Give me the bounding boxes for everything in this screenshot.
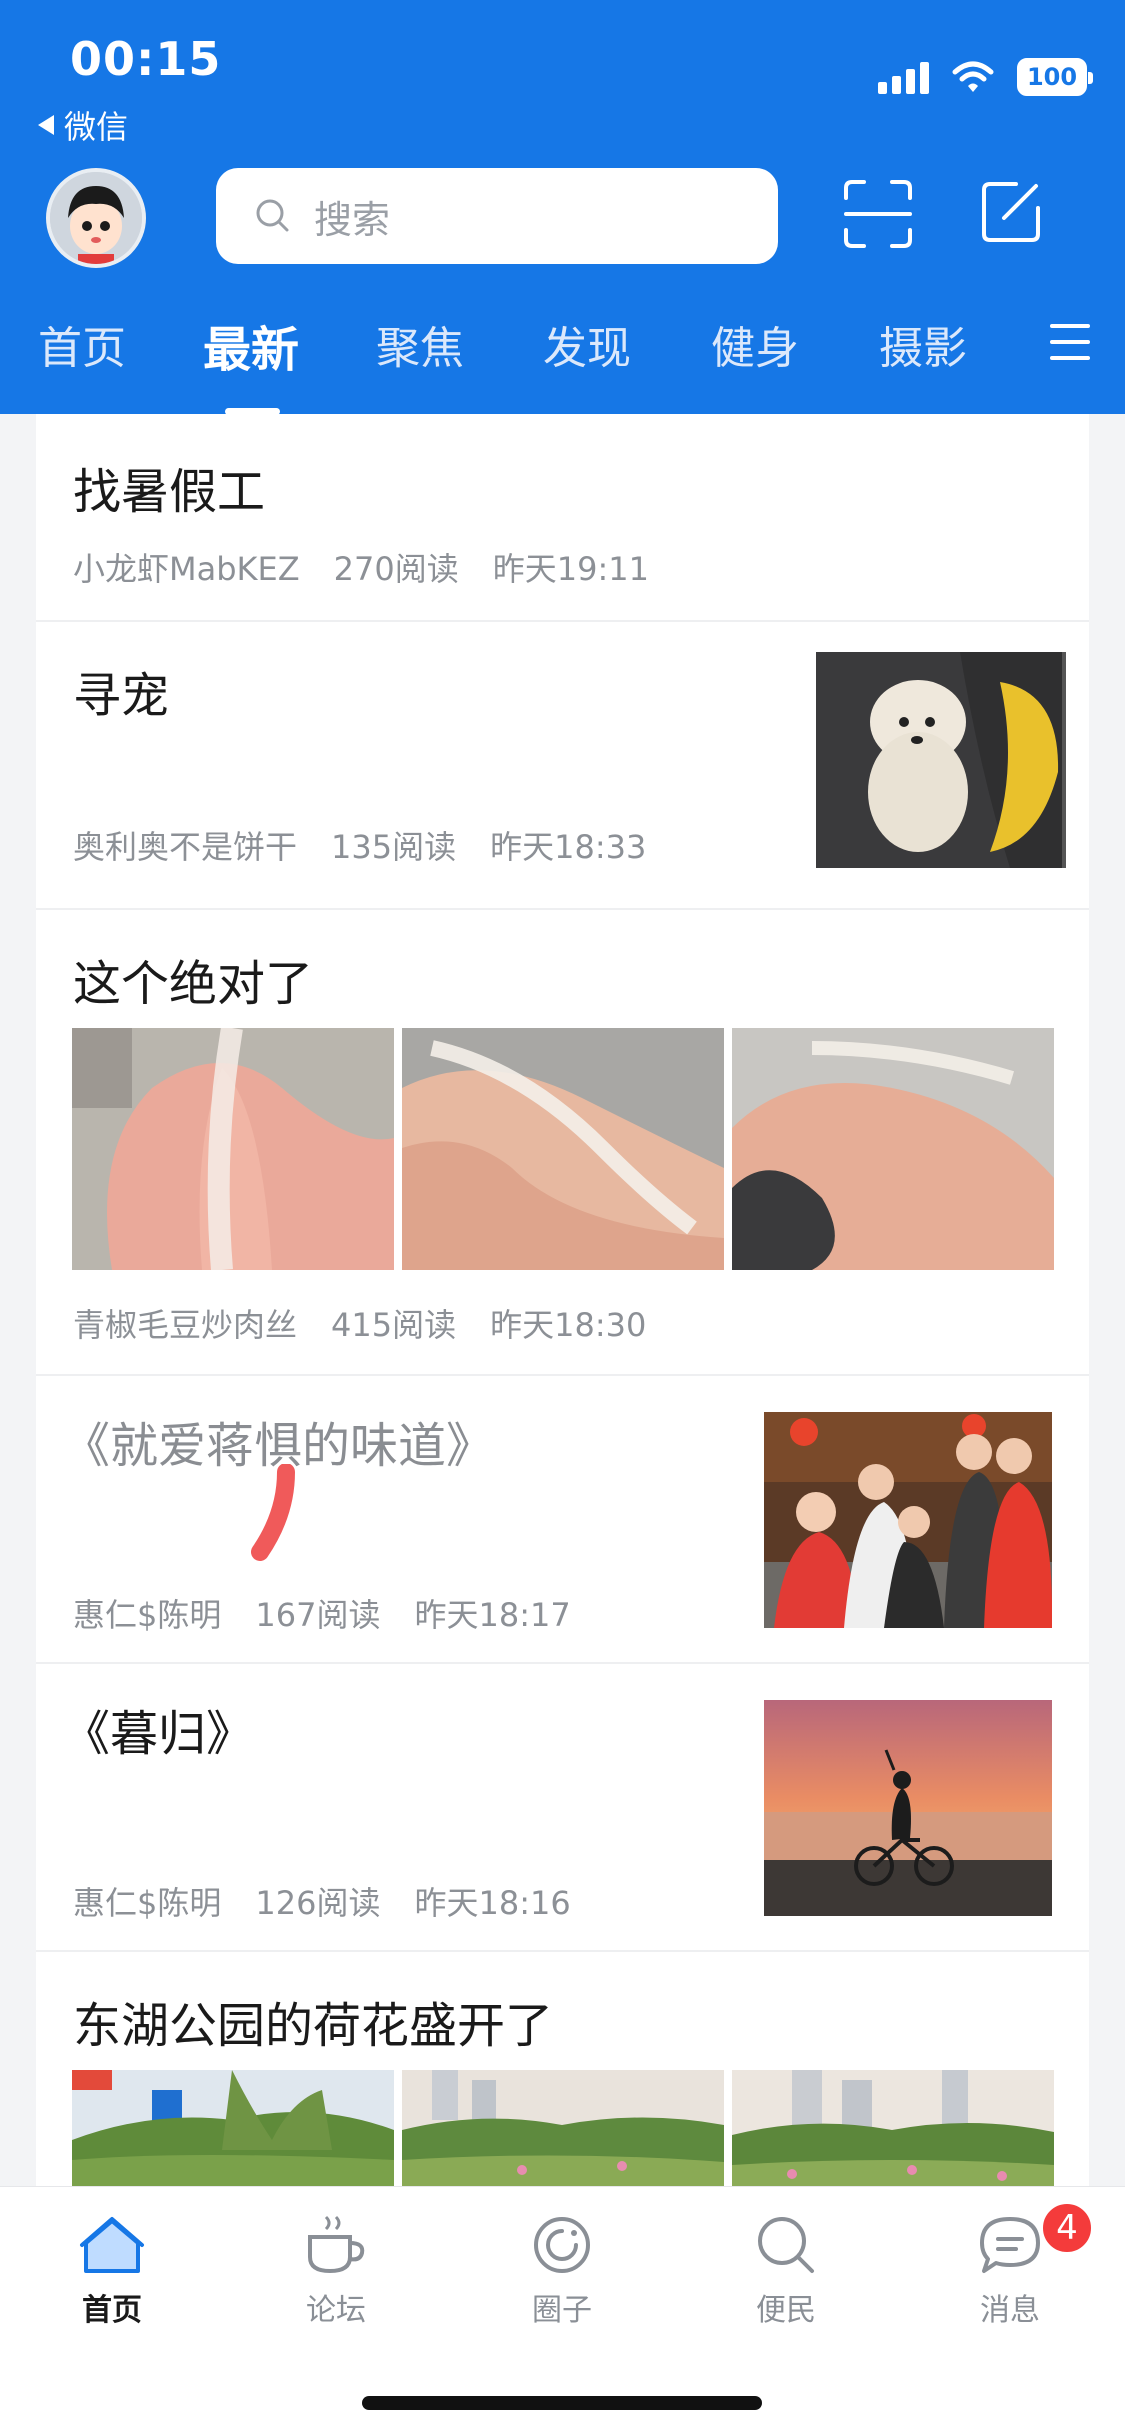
battery-icon: 100 xyxy=(1017,58,1093,96)
post-reads: 126阅读 xyxy=(255,1884,381,1922)
nav-label: 圈子 xyxy=(532,2293,592,2328)
post-item[interactable]: 《就爱蒋惧的味道》 惠仁$陈明 167阅读 昨天18:17 xyxy=(36,1376,1089,1664)
circle-icon xyxy=(534,2217,590,2273)
nav-label: 消息 xyxy=(980,2293,1040,2328)
post-time: 昨天19:11 xyxy=(492,550,649,588)
post-meta: 惠仁$陈明 126阅读 昨天18:16 xyxy=(73,1878,571,1924)
post-title[interactable]: 东湖公园的荷花盛开了 xyxy=(73,1986,553,2056)
post-title[interactable]: 这个绝对了 xyxy=(73,944,313,1014)
post-image-shrimp-2[interactable] xyxy=(402,1028,724,1270)
red-stroke-mark xyxy=(251,1464,295,1561)
nav-label: 首页 xyxy=(82,2293,142,2328)
post-item[interactable]: 寻宠 奥利奥不是饼干 135阅读 昨天18:33 xyxy=(36,622,1089,910)
search-placeholder: 搜索 xyxy=(314,197,391,242)
home-icon xyxy=(80,2217,144,2273)
nav-label: 论坛 xyxy=(306,2293,366,2328)
post-meta: 青椒毛豆炒肉丝 415阅读 昨天18:30 xyxy=(73,1300,646,1346)
post-meta: 奥利奥不是饼干 135阅读 昨天18:33 xyxy=(73,822,646,868)
nav-services[interactable]: 便民 xyxy=(716,2213,856,2329)
nav-home[interactable]: 首页 xyxy=(42,2213,182,2329)
post-time: 昨天18:33 xyxy=(490,828,647,866)
post-time: 昨天18:17 xyxy=(414,1596,571,1634)
category-tabs: 首页 最新 聚焦 发现 健身 摄影 xyxy=(0,310,1125,415)
post-thumbnail-sunset[interactable] xyxy=(764,1700,1052,1916)
tab-latest[interactable]: 最新 xyxy=(203,310,299,380)
post-item[interactable]: 找暑假工 小龙虾MabKEZ 270阅读 昨天19:11 xyxy=(36,414,1089,622)
tab-home[interactable]: 首页 xyxy=(38,312,126,376)
post-meta: 惠仁$陈明 167阅读 昨天18:17 xyxy=(73,1590,571,1636)
nav-circle[interactable]: 圈子 xyxy=(492,2213,632,2329)
tab-fitness[interactable]: 健身 xyxy=(711,312,799,376)
post-item[interactable]: 《暮归》 惠仁$陈明 126阅读 昨天18:16 xyxy=(36,1664,1089,1952)
post-author[interactable]: 惠仁$陈明 xyxy=(73,1878,221,1924)
post-thumbnail-dog[interactable] xyxy=(790,652,1078,868)
compose-button[interactable] xyxy=(978,176,1044,246)
post-thumbnail-family[interactable] xyxy=(764,1412,1052,1628)
post-author[interactable]: 奥利奥不是饼干 xyxy=(73,822,297,868)
app-header: 00:15 微信 100 搜索 首页 最新 聚焦 发现 健身 摄影 xyxy=(0,0,1125,415)
post-author[interactable]: 惠仁$陈明 xyxy=(73,1590,221,1636)
home-indicator[interactable] xyxy=(362,2396,762,2410)
post-image-lotus-2[interactable] xyxy=(402,2070,724,2186)
post-item[interactable]: 东湖公园的荷花盛开了 xyxy=(36,1952,1089,2186)
back-app-label: 微信 xyxy=(64,108,129,146)
post-meta: 小龙虾MabKEZ 270阅读 昨天19:11 xyxy=(73,544,649,590)
post-author[interactable]: 青椒毛豆炒肉丝 xyxy=(73,1300,297,1346)
post-title[interactable]: 《暮归》 xyxy=(62,1694,254,1764)
back-triangle-icon xyxy=(38,115,54,135)
tab-discover[interactable]: 发现 xyxy=(543,312,631,376)
search-icon xyxy=(256,199,289,232)
cellular-signal-icon xyxy=(878,60,929,94)
tab-photography[interactable]: 摄影 xyxy=(879,312,967,376)
message-icon xyxy=(980,2217,1040,2273)
scan-icon xyxy=(844,180,912,248)
post-image-lotus-3[interactable] xyxy=(732,2070,1054,2186)
nav-forum[interactable]: 论坛 xyxy=(266,2213,406,2329)
post-author[interactable]: 小龙虾MabKEZ xyxy=(73,544,300,590)
status-time: 00:15 xyxy=(70,32,222,86)
avatar[interactable] xyxy=(46,168,146,268)
tab-focus[interactable]: 聚焦 xyxy=(376,312,464,376)
search-icon xyxy=(758,2217,814,2273)
post-reads: 270阅读 xyxy=(333,550,459,588)
search-input[interactable]: 搜索 xyxy=(216,168,778,264)
compose-icon xyxy=(982,182,1040,242)
status-indicators: 100 xyxy=(878,58,1093,96)
post-reads: 135阅读 xyxy=(331,828,457,866)
post-item[interactable]: 这个绝对了 青椒毛豆炒肉丝 415阅读 昨天18:30 xyxy=(36,910,1089,1376)
post-reads: 167阅读 xyxy=(255,1596,381,1634)
coffee-cup-icon xyxy=(308,2215,365,2274)
message-badge: 4 xyxy=(1040,2201,1094,2255)
post-time: 昨天18:30 xyxy=(490,1306,647,1344)
post-feed[interactable]: 找暑假工 小龙虾MabKEZ 270阅读 昨天19:11 寻宠 奥利奥不是饼干 … xyxy=(0,414,1125,2186)
post-reads: 415阅读 xyxy=(331,1306,457,1344)
more-tabs-button[interactable] xyxy=(1050,324,1090,360)
nav-label: 便民 xyxy=(756,2293,816,2328)
post-time: 昨天18:16 xyxy=(414,1884,571,1922)
scan-button[interactable] xyxy=(842,178,914,250)
post-image-lotus-1[interactable] xyxy=(72,2070,394,2186)
post-title[interactable]: 寻宠 xyxy=(73,656,169,726)
post-image-shrimp-1[interactable] xyxy=(72,1028,394,1270)
wifi-icon xyxy=(951,60,995,94)
post-title[interactable]: 找暑假工 xyxy=(73,452,265,522)
post-image-shrimp-3[interactable] xyxy=(732,1028,1054,1270)
back-to-wechat-button[interactable]: 微信 xyxy=(38,102,128,148)
